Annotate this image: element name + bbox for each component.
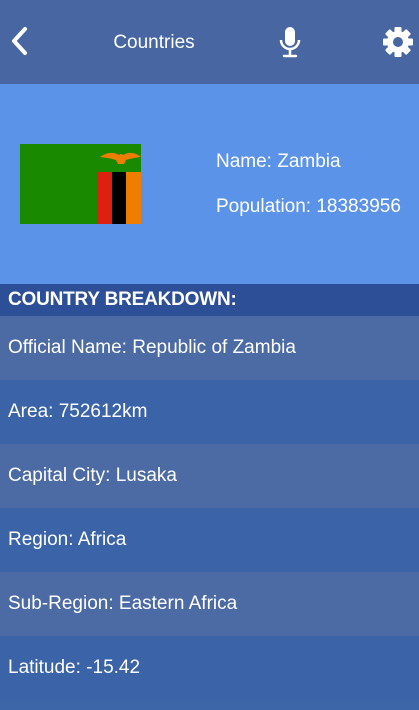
- back-button[interactable]: [6, 24, 34, 58]
- zambia-flag-image: [20, 144, 141, 224]
- list-item-official-name: Official Name: Republic of Zambia: [0, 316, 419, 380]
- country-population-label: Population: 18383956: [216, 196, 401, 217]
- microphone-icon: [279, 27, 301, 58]
- section-heading: COUNTRY BREAKDOWN:: [0, 284, 419, 316]
- gear-icon: [383, 27, 413, 57]
- settings-button[interactable]: [380, 24, 416, 60]
- country-summary-panel: Name: Zambia Population: 18383956: [0, 84, 419, 284]
- list-item-area: Area: 752612km: [0, 380, 419, 444]
- voice-search-button[interactable]: [274, 24, 306, 60]
- top-app-bar: Countries: [0, 0, 419, 84]
- page-title: Countries: [113, 32, 195, 53]
- chevron-left-icon: [12, 27, 27, 55]
- list-item-latitude: Latitude: -15.42: [0, 636, 419, 700]
- country-name-label: Name: Zambia: [216, 151, 341, 172]
- country-breakdown-list: Official Name: Republic of Zambia Area: …: [0, 316, 419, 700]
- list-item-region: Region: Africa: [0, 508, 419, 572]
- list-item-sub-region: Sub-Region: Eastern Africa: [0, 572, 419, 636]
- list-item-capital-city: Capital City: Lusaka: [0, 444, 419, 508]
